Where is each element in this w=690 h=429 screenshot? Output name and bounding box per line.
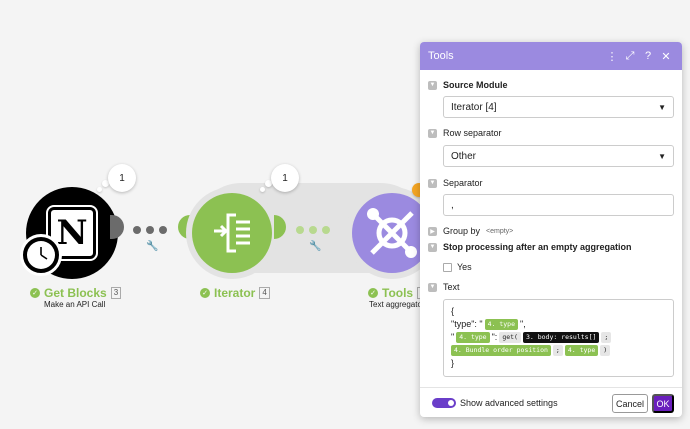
operations-counter-bubble[interactable]: 1 [271,164,299,192]
text-fragment: { [451,306,455,316]
text-line: 4. Bundle order position ; 4. type ) [451,344,666,357]
success-check-icon: ✓ [200,288,210,298]
checkbox-label: Yes [457,262,472,272]
mapped-variable-pill[interactable]: 4. type [564,345,599,356]
expand-icon[interactable]: ⤢ [622,50,638,63]
module-name: Tools [382,286,414,300]
chevron-down-icon[interactable]: ▼ [428,178,437,188]
schedule-clock-icon[interactable] [20,234,62,276]
iterator-module[interactable] [186,187,278,279]
cancel-button[interactable]: Cancel [612,394,648,413]
text-fragment: "type": " [451,319,483,329]
mapped-variable-pill[interactable]: 4. Bundle order position [451,345,551,356]
text-editor[interactable]: { "type": " 4. type ", " 4. type ": get(… [443,299,674,377]
panel-footer: Show advanced settings Cancel OK [420,387,682,417]
panel-header: Tools ⋮ ⤢ ? ✕ [420,42,682,70]
operations-counter-bubble[interactable]: 1 [108,164,136,192]
module-label: ✓ Get Blocks 3 [30,286,122,300]
caret-down-icon: ▼ [658,151,666,161]
help-icon[interactable]: ? [640,50,656,62]
close-icon[interactable]: ✕ [658,50,674,63]
field-label: Group by [443,226,481,236]
empty-tag: <empty> [486,227,514,235]
field-header-row-separator[interactable]: ▼ Row separator [428,128,502,138]
source-module-select[interactable]: Iterator [4] ▼ [443,96,674,118]
ok-button[interactable]: OK [652,394,674,413]
module-subtitle: Make an API Call [44,300,106,309]
row-separator-select[interactable]: Other ▼ [443,145,674,167]
chevron-down-icon[interactable]: ▼ [428,80,437,90]
link-wrench-icon[interactable]: 🔧 [146,241,158,252]
field-header-stop-processing[interactable]: ▼ Stop processing after an empty aggrega… [428,242,632,252]
function-pill[interactable]: get( [499,332,521,343]
module-id: 4 [259,287,270,299]
field-header-source-module[interactable]: ▼ Source Module [428,80,508,90]
scenario-canvas[interactable]: N 1 🔧 1 🔧 ✓ Get Blocks 3 Make an API Cal… [0,0,690,429]
chevron-down-icon[interactable]: ▼ [428,128,437,138]
chevron-right-icon[interactable]: ▶ [428,226,437,236]
more-vertical-icon[interactable]: ⋮ [604,50,620,63]
text-line: "type": " 4. type ", [451,318,666,331]
function-separator-pill[interactable]: ; [552,345,563,356]
advanced-settings-toggle[interactable] [432,398,456,408]
mapped-variable-pill[interactable]: 3. body: results[] [522,332,600,343]
text-fragment: ": [491,332,498,342]
field-header-separator[interactable]: ▼ Separator [428,178,483,188]
text-line: " 4. type ": get( 3. body: results[] ; [451,331,666,344]
module-label: ✓ Tools 5 [368,286,428,300]
field-label: Text [443,282,460,292]
select-value: Other [451,150,477,162]
text-fragment: } [451,358,455,368]
module-subtitle: Text aggregator [369,300,425,309]
chevron-down-icon[interactable]: ▼ [428,242,437,252]
mapped-variable-pill[interactable]: 4. type [456,332,490,343]
field-label: Row separator [443,128,502,138]
panel-title: Tools [428,50,454,62]
link-dot [296,226,304,234]
advanced-settings-label: Show advanced settings [460,398,558,408]
module-name: Iterator [214,286,256,300]
module-name: Get Blocks [44,286,107,300]
module-label: ✓ Iterator 4 [200,286,270,300]
text-line: { [451,305,666,318]
text-fragment: ", [520,319,526,329]
success-check-icon: ✓ [368,288,378,298]
counter-text: 1 [119,172,125,184]
link-dot [322,226,330,234]
module-settings-panel: Tools ⋮ ⤢ ? ✕ ▼ Source Module Iterator [… [420,42,682,417]
link-dot [146,226,154,234]
field-label: Source Module [443,80,508,90]
module-id: 3 [110,287,122,299]
link-wrench-icon[interactable]: 🔧 [309,241,321,252]
field-label: Stop processing after an empty aggregati… [443,242,632,252]
module-port[interactable] [110,215,124,239]
stop-processing-checkbox[interactable] [443,263,452,272]
separator-input[interactable]: , [443,194,674,216]
field-header-group-by[interactable]: ▶ Group by <empty> [428,226,513,236]
counter-text: 1 [282,172,288,184]
caret-down-icon: ▼ [658,102,666,112]
input-value: , [451,199,454,211]
field-label: Separator [443,178,483,188]
iterator-icon [214,213,250,253]
text-fragment: " [451,332,455,342]
success-check-icon: ✓ [30,288,40,298]
mapped-variable-pill[interactable]: 4. type [484,319,519,330]
bubble-tail-dot [260,187,265,192]
link-dot [159,226,167,234]
link-dot [309,226,317,234]
chevron-down-icon[interactable]: ▼ [428,282,437,292]
function-separator-pill[interactable]: ; [601,332,612,343]
link-dot [133,226,141,234]
bubble-tail-dot [97,187,102,192]
field-header-text[interactable]: ▼ Text [428,282,460,292]
function-close-pill[interactable]: ) [600,345,611,356]
toggle-knob [448,400,454,406]
select-value: Iterator [4] [451,101,497,113]
text-line: } [451,357,666,370]
